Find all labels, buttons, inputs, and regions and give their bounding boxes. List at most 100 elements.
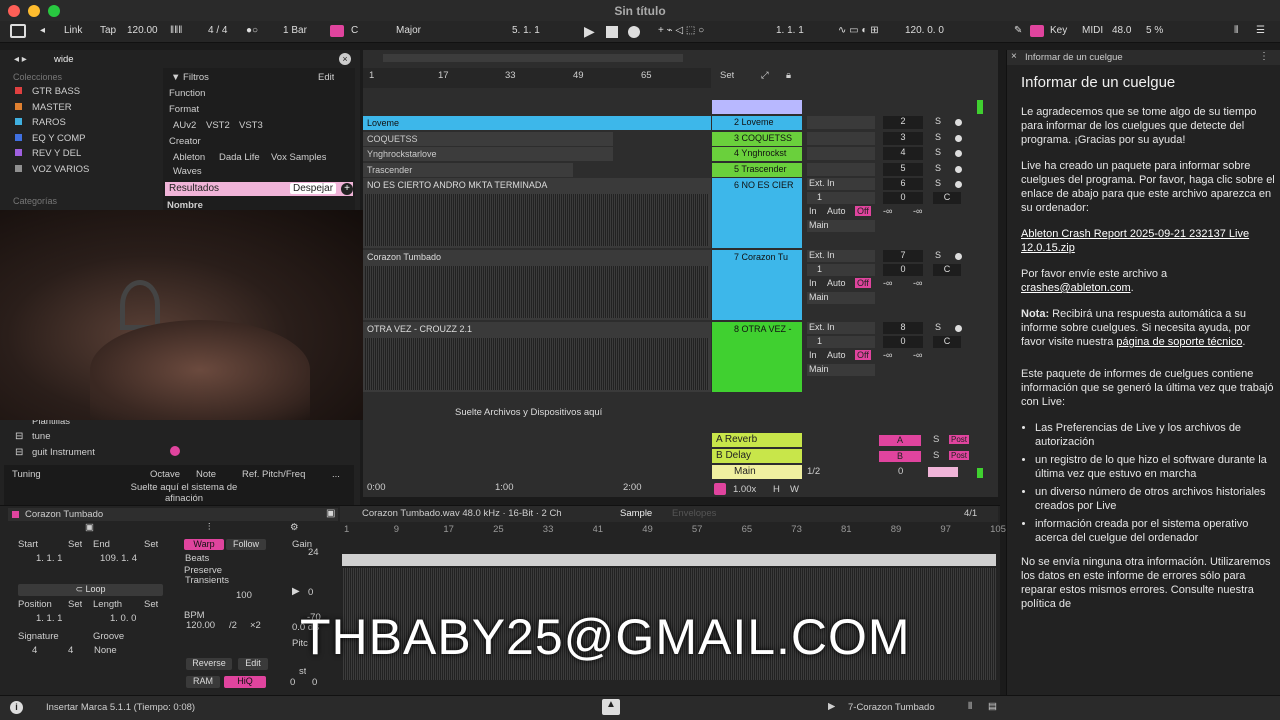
fx-tab-icon[interactable]: ⚙ [290, 522, 299, 533]
format-vst3[interactable]: VST3 [239, 120, 263, 131]
pan-field[interactable]: C [933, 192, 961, 204]
monitor-auto[interactable]: Auto [827, 278, 846, 288]
info-scrollbar-icon[interactable]: ⋮ [1259, 51, 1269, 62]
track-number[interactable]: 5 [883, 162, 923, 176]
main-zero[interactable]: 0 [898, 466, 903, 477]
track-io-slot[interactable] [807, 162, 875, 176]
track-number[interactable]: 4 [883, 147, 923, 161]
input-channel-select[interactable]: 1 [807, 192, 875, 204]
time-signature-field[interactable]: 4 / 4 [208, 25, 227, 36]
arrangement-clip[interactable]: Trascender [363, 162, 573, 177]
loop-brace[interactable] [342, 554, 996, 566]
input-type-select[interactable]: Ext. In [807, 178, 875, 190]
monitor-in[interactable]: In [809, 350, 817, 360]
clear-search-icon[interactable]: × [339, 53, 351, 65]
length-set[interactable]: Set [144, 599, 158, 610]
position-set[interactable]: Set [68, 599, 82, 610]
key-root-select[interactable]: C [351, 25, 358, 36]
output-select[interactable]: Main [807, 364, 875, 376]
return-a-header[interactable]: A Reverb [712, 433, 802, 447]
pitch-fine[interactable]: 0 [312, 677, 317, 688]
midi-map-button[interactable]: MIDI [1082, 25, 1103, 36]
audio-tab-icon[interactable]: ⫶ [208, 522, 210, 533]
track-number[interactable]: 6 [883, 178, 923, 190]
mixer-view-icon[interactable]: ⦀ [1234, 25, 1238, 36]
track-io-slot[interactable] [807, 116, 875, 129]
beat-ruler[interactable] [363, 68, 711, 88]
sig-denominator[interactable]: 4 [68, 645, 73, 656]
gain-slider-icon[interactable]: ▶ [292, 586, 300, 597]
solo-button[interactable]: S [935, 250, 941, 260]
clip-ruler[interactable]: 1 9 17 25 33 41 49 57 65 73 81 89 97 105 [344, 524, 1006, 536]
creator-vox-samples[interactable]: Vox Samples [271, 152, 326, 163]
end-set[interactable]: Set [144, 539, 158, 550]
warp-button[interactable]: Warp [184, 539, 224, 550]
amount-value[interactable]: 100 [236, 590, 252, 601]
add-icon[interactable]: + [341, 183, 353, 195]
solo-button[interactable]: S [935, 116, 941, 126]
return-b-mixer[interactable]: B [879, 451, 921, 462]
collection-item[interactable]: EQ Y COMP [15, 133, 155, 147]
track-header[interactable]: 2 Loveme [712, 116, 802, 130]
scale-mode-icon[interactable] [330, 25, 344, 37]
arm-icon[interactable] [955, 325, 962, 332]
format-vst2[interactable]: VST2 [206, 120, 230, 131]
send-b[interactable]: -∞ [913, 206, 933, 216]
record-icon[interactable] [628, 26, 640, 38]
solo-button[interactable]: S [935, 322, 941, 332]
pencil-icon[interactable]: ✎ [1014, 25, 1022, 36]
arrangement-clip[interactable]: Loveme [363, 116, 711, 130]
key-map-button[interactable]: Key [1050, 25, 1067, 36]
volume-field[interactable]: 0 [883, 192, 923, 204]
close-info-button[interactable]: × [1011, 51, 1017, 62]
solo-button[interactable]: S [935, 132, 941, 142]
send-b[interactable]: -∞ [913, 278, 933, 288]
send-a[interactable]: -∞ [883, 350, 903, 360]
support-link[interactable]: página de soporte técnico [1116, 336, 1242, 348]
ram-button[interactable]: RAM [186, 676, 220, 688]
back-icon[interactable]: ◂ ▸ [14, 54, 27, 65]
collection-item[interactable]: MASTER [15, 102, 155, 116]
arm-icon[interactable] [955, 134, 962, 142]
clip-name[interactable]: Corazon Tumbado [25, 509, 103, 520]
solo-button[interactable]: S [935, 178, 941, 188]
format-auv2[interactable]: AUv2 [173, 120, 196, 131]
groove-select[interactable]: None [94, 645, 117, 656]
clear-button[interactable]: Despejar [290, 183, 337, 194]
automation-icons[interactable]: + ⌁ ◁ ⬚ ○ [658, 25, 704, 36]
track-header[interactable]: 6 NO ES CIER [712, 178, 802, 248]
track-number[interactable]: 8 [883, 322, 923, 334]
send-a[interactable]: -∞ [883, 206, 903, 216]
quantize-select[interactable]: 1 Bar [283, 25, 307, 36]
tuning-more-button[interactable]: ... [332, 469, 340, 480]
double-tempo-button[interactable]: ×2 [250, 620, 261, 631]
keyboard-icon[interactable] [1030, 25, 1044, 37]
email-link[interactable]: crashes@ableton.com [1021, 282, 1131, 294]
monitor-off[interactable]: Off [855, 278, 871, 288]
length-value[interactable]: 1. 0. 0 [110, 613, 136, 624]
output-select[interactable]: Main [807, 292, 875, 304]
arm-icon[interactable] [955, 165, 962, 173]
input-channel-select[interactable]: 1 [807, 264, 875, 276]
link-button[interactable]: Link [64, 25, 82, 36]
monitor-in[interactable]: In [809, 278, 817, 288]
end-value[interactable]: 109. 1. 4 [100, 553, 137, 564]
warp-mode-select[interactable]: Beats [185, 553, 209, 564]
tempo-field[interactable]: 120.00 [127, 25, 158, 36]
input-type-select[interactable]: Ext. In [807, 250, 875, 262]
output-select[interactable]: Main [807, 220, 875, 232]
creator-waves[interactable]: Waves [173, 166, 202, 177]
monitor-in[interactable]: In [809, 206, 817, 216]
sample-tab[interactable]: Sample [620, 508, 652, 519]
monitor-auto[interactable]: Auto [827, 206, 846, 216]
return-a-mixer[interactable]: A [879, 435, 921, 446]
start-value[interactable]: 1. 1. 1 [36, 553, 62, 564]
creator-filter[interactable]: Creator [169, 136, 201, 147]
w-button[interactable]: W [790, 484, 799, 495]
collection-item[interactable]: VOZ VARIOS [15, 164, 155, 178]
loop-button[interactable]: ⊂ Loop [18, 584, 163, 596]
device-view-icon[interactable]: ▤ [988, 701, 997, 712]
transients-select[interactable]: Transients [185, 575, 229, 586]
h-button[interactable]: H [773, 484, 780, 495]
return-b-post[interactable]: Post [949, 451, 970, 460]
